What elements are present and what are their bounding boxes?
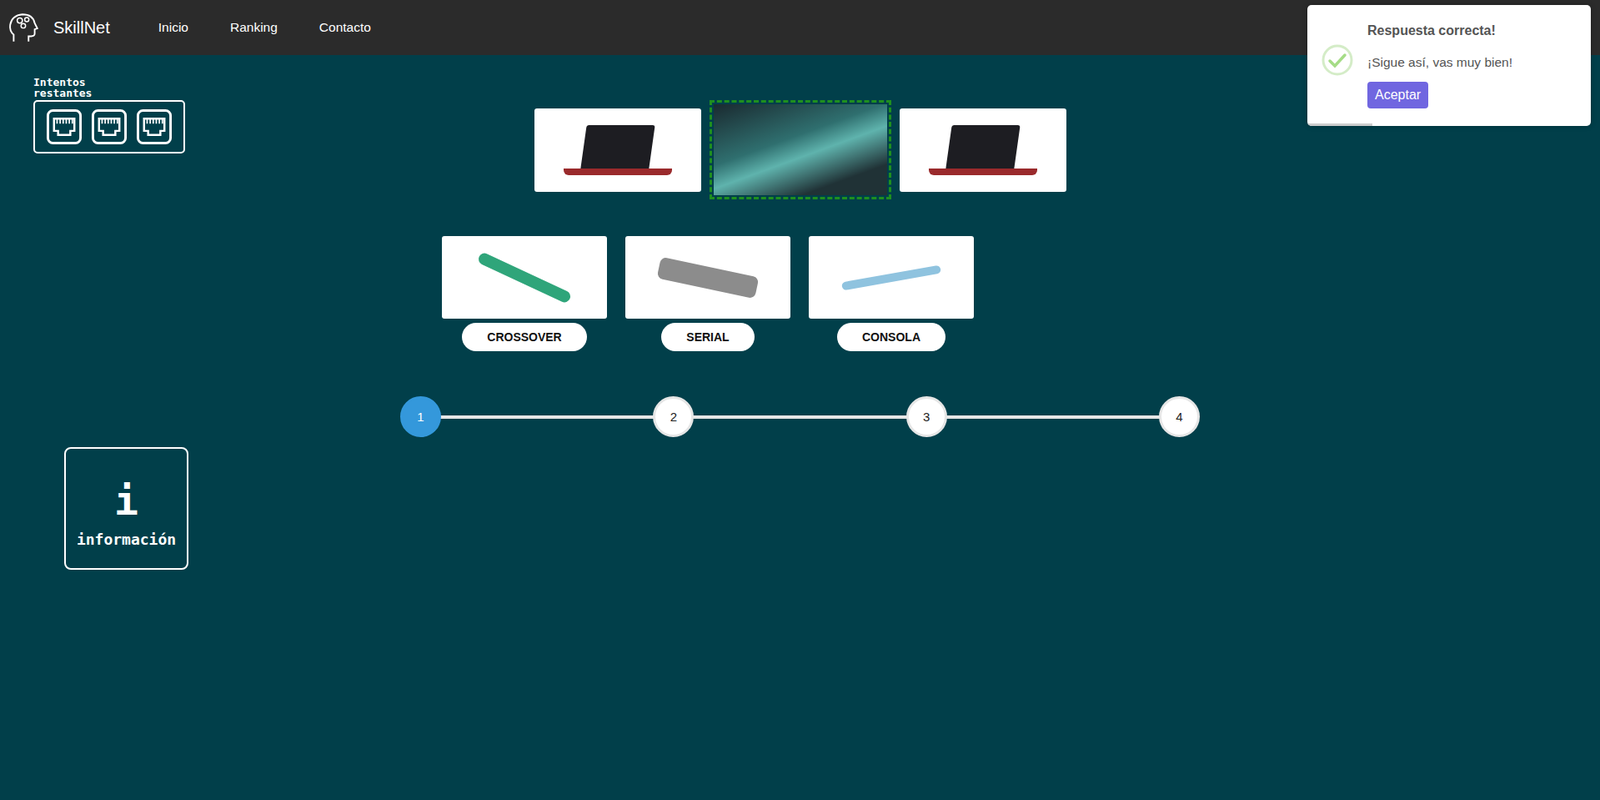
cable-drop-zone[interactable] — [709, 100, 892, 200]
stepper: 1 2 3 4 — [400, 396, 1200, 437]
nav-link[interactable]: Ranking — [230, 20, 278, 36]
ethernet-port-icon — [45, 108, 83, 146]
accept-button[interactable]: Aceptar — [1367, 81, 1429, 109]
success-toast: Respuesta correcta! ¡Sigue así, vas muy … — [1307, 5, 1591, 126]
brand-name: SkillNet — [53, 18, 111, 38]
cable-option-label[interactable]: CONSOLA — [837, 322, 946, 352]
nav-link[interactable]: Inicio — [158, 20, 189, 36]
nav-links: Inicio Ranking Contacto — [158, 20, 372, 36]
ethernet-port-icon — [90, 108, 128, 146]
toast-message: ¡Sigue así, vas muy bien! — [1367, 55, 1513, 71]
cable-image — [713, 104, 888, 196]
laptop-image — [899, 108, 1067, 192]
step-circle: 2 — [652, 396, 694, 437]
step-circle: 1 — [400, 396, 442, 437]
info-icon: i — [114, 480, 139, 521]
info-label: información — [76, 530, 176, 548]
cable-option-label[interactable]: SERIAL — [661, 322, 754, 352]
attempts-panel: Intentos restantes — [33, 76, 192, 154]
brand[interactable]: SkillNet — [6, 10, 111, 46]
info-button[interactable]: i información — [64, 446, 189, 570]
cable-option-image[interactable] — [808, 235, 974, 319]
game-page: Intentos restantes i información CROSSOV… — [0, 55, 1600, 570]
cable-option[interactable]: CONSOLA — [808, 235, 974, 352]
step-circle: 4 — [1158, 396, 1200, 437]
cable-options: CROSSOVER SERIAL CONSOLA — [441, 235, 974, 352]
nav-link[interactable]: Contacto — [319, 20, 372, 36]
cable-option[interactable]: SERIAL — [625, 235, 791, 352]
cable-option[interactable]: CROSSOVER — [441, 235, 607, 352]
success-check-icon — [1320, 43, 1355, 77]
connection-row — [534, 100, 1067, 200]
cable-option-label[interactable]: CROSSOVER — [461, 322, 587, 352]
sidebar: Intentos restantes i información — [0, 55, 192, 570]
toast-title: Respuesta correcta! — [1367, 23, 1496, 39]
ethernet-port-icon — [135, 108, 173, 146]
attempts-label: Intentos restantes — [33, 76, 134, 99]
lives-box — [33, 100, 186, 154]
laptop-image — [534, 108, 702, 192]
cable-option-image[interactable] — [625, 235, 791, 319]
cable-option-image[interactable] — [441, 235, 607, 319]
step-circle: 3 — [906, 396, 948, 437]
game-board: CROSSOVER SERIAL CONSOLA 1 2 3 4 — [191, 55, 1409, 570]
toast-timer-bar — [1307, 123, 1373, 126]
brain-head-icon — [6, 10, 42, 46]
